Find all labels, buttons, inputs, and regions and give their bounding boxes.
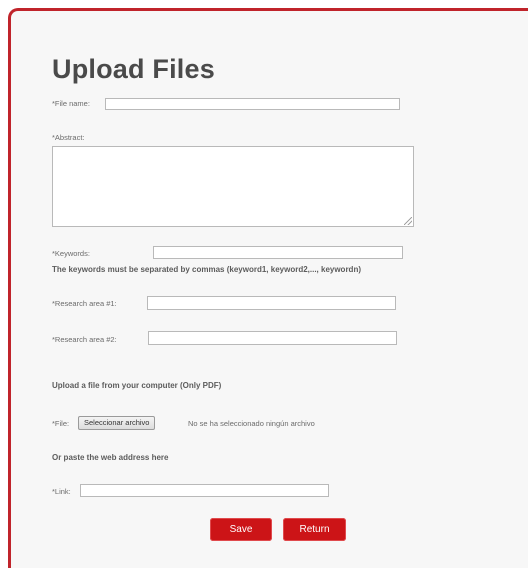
paste-heading: Or paste the web address here	[52, 453, 169, 462]
choose-file-button[interactable]: Seleccionar archivo	[78, 416, 156, 430]
file-label: *File:	[52, 419, 70, 428]
save-button[interactable]: Save	[210, 518, 272, 541]
no-file-status: No se ha seleccionado ningún archivo	[188, 419, 315, 428]
link-input[interactable]	[80, 484, 329, 497]
link-label: *Link:	[52, 487, 71, 496]
page-title: Upload Files	[52, 54, 215, 84]
upload-heading: Upload a file from your computer (Only P…	[52, 381, 222, 390]
file-name-label: *File name:	[52, 99, 90, 108]
keywords-input[interactable]	[153, 246, 403, 259]
keywords-label: *Keywords:	[52, 249, 90, 258]
research-area-2-label: *Research area #2:	[52, 335, 117, 344]
abstract-textarea[interactable]	[52, 146, 414, 227]
research-area-1-label: *Research area #1:	[52, 299, 117, 308]
return-button[interactable]: Return	[283, 518, 346, 541]
file-name-input[interactable]	[105, 98, 400, 110]
research-area-2-input[interactable]	[148, 331, 397, 345]
abstract-label: *Abstract:	[52, 133, 85, 142]
resize-handle-icon[interactable]	[404, 217, 412, 225]
research-area-1-input[interactable]	[147, 296, 396, 310]
keywords-hint: The keywords must be separated by commas…	[52, 265, 361, 274]
